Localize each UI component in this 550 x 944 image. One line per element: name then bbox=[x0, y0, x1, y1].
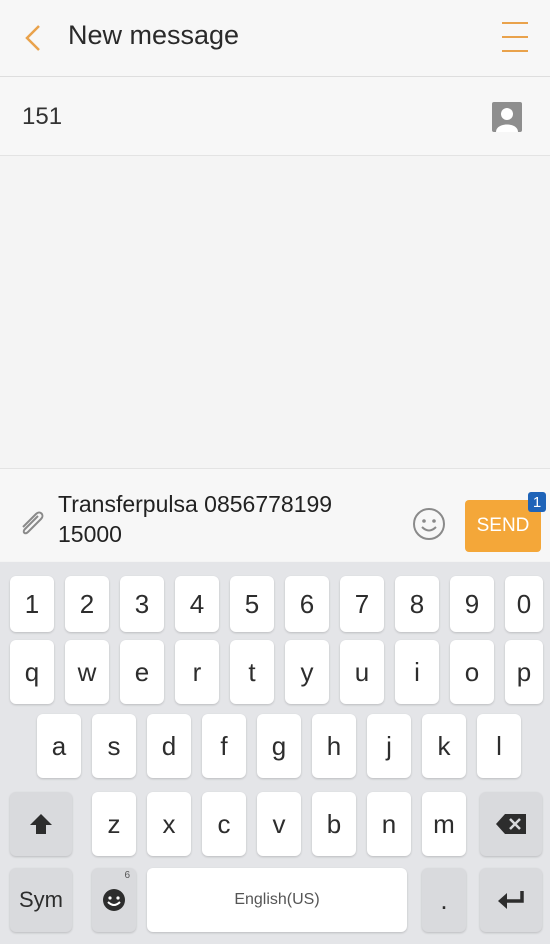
key-a[interactable]: a bbox=[37, 714, 81, 778]
key-v[interactable]: v bbox=[257, 792, 301, 856]
key-9[interactable]: 9 bbox=[450, 576, 494, 632]
key-6[interactable]: 6 bbox=[285, 576, 329, 632]
message-composer: Transferpulsa 0856778199 15000 SEND 1 bbox=[0, 468, 550, 561]
sym-key[interactable]: Sym bbox=[10, 868, 72, 932]
emoji-key[interactable]: 6 bbox=[92, 868, 136, 932]
app-header: New message bbox=[0, 0, 550, 77]
key-i[interactable]: i bbox=[395, 640, 439, 704]
key-l[interactable]: l bbox=[477, 714, 521, 778]
period-key[interactable]: . bbox=[422, 868, 466, 932]
key-q[interactable]: q bbox=[10, 640, 54, 704]
recipient-number[interactable]: 151 bbox=[22, 103, 62, 131]
send-count-badge: 1 bbox=[528, 492, 546, 512]
key-3[interactable]: 3 bbox=[120, 576, 164, 632]
paperclip-icon[interactable] bbox=[14, 507, 48, 541]
key-m[interactable]: m bbox=[422, 792, 466, 856]
key-s[interactable]: s bbox=[92, 714, 136, 778]
shift-key[interactable] bbox=[10, 792, 72, 856]
key-c[interactable]: c bbox=[202, 792, 246, 856]
enter-key[interactable] bbox=[480, 868, 542, 932]
on-screen-keyboard: 1 2 3 4 5 6 7 8 9 0 q w e r t y u i o p … bbox=[0, 562, 550, 944]
key-d[interactable]: d bbox=[147, 714, 191, 778]
key-0[interactable]: 0 bbox=[505, 576, 543, 632]
space-key[interactable]: English(US) bbox=[147, 868, 407, 932]
key-4[interactable]: 4 bbox=[175, 576, 219, 632]
emoji-key-hint: 6 bbox=[124, 870, 130, 881]
backspace-icon bbox=[496, 814, 526, 834]
recipient-field[interactable]: 151 bbox=[0, 77, 550, 156]
hamburger-menu-icon[interactable] bbox=[502, 22, 528, 52]
message-thread-area bbox=[0, 156, 550, 468]
message-input[interactable]: Transferpulsa 0856778199 15000 bbox=[58, 489, 398, 549]
chevron-left-icon bbox=[25, 25, 40, 51]
key-x[interactable]: x bbox=[147, 792, 191, 856]
key-h[interactable]: h bbox=[312, 714, 356, 778]
key-1[interactable]: 1 bbox=[10, 576, 54, 632]
key-z[interactable]: z bbox=[92, 792, 136, 856]
key-t[interactable]: t bbox=[230, 640, 274, 704]
emoji-key-icon bbox=[103, 889, 125, 911]
key-e[interactable]: e bbox=[120, 640, 164, 704]
key-b[interactable]: b bbox=[312, 792, 356, 856]
enter-arrow-icon bbox=[498, 891, 524, 909]
page-title: New message bbox=[68, 20, 240, 50]
key-u[interactable]: u bbox=[340, 640, 384, 704]
key-n[interactable]: n bbox=[367, 792, 411, 856]
shift-arrow-icon bbox=[30, 814, 52, 834]
key-f[interactable]: f bbox=[202, 714, 246, 778]
key-2[interactable]: 2 bbox=[65, 576, 109, 632]
contact-picker-icon[interactable] bbox=[492, 102, 522, 132]
key-k[interactable]: k bbox=[422, 714, 466, 778]
backspace-key[interactable] bbox=[480, 792, 542, 856]
key-o[interactable]: o bbox=[450, 640, 494, 704]
key-r[interactable]: r bbox=[175, 640, 219, 704]
back-button[interactable] bbox=[16, 18, 50, 58]
key-w[interactable]: w bbox=[65, 640, 109, 704]
key-p[interactable]: p bbox=[505, 640, 543, 704]
smiley-icon[interactable] bbox=[412, 507, 446, 541]
key-j[interactable]: j bbox=[367, 714, 411, 778]
send-label: SEND bbox=[476, 515, 530, 536]
key-y[interactable]: y bbox=[285, 640, 329, 704]
key-g[interactable]: g bbox=[257, 714, 301, 778]
send-button[interactable]: SEND 1 bbox=[465, 492, 546, 552]
key-7[interactable]: 7 bbox=[340, 576, 384, 632]
key-8[interactable]: 8 bbox=[395, 576, 439, 632]
key-5[interactable]: 5 bbox=[230, 576, 274, 632]
